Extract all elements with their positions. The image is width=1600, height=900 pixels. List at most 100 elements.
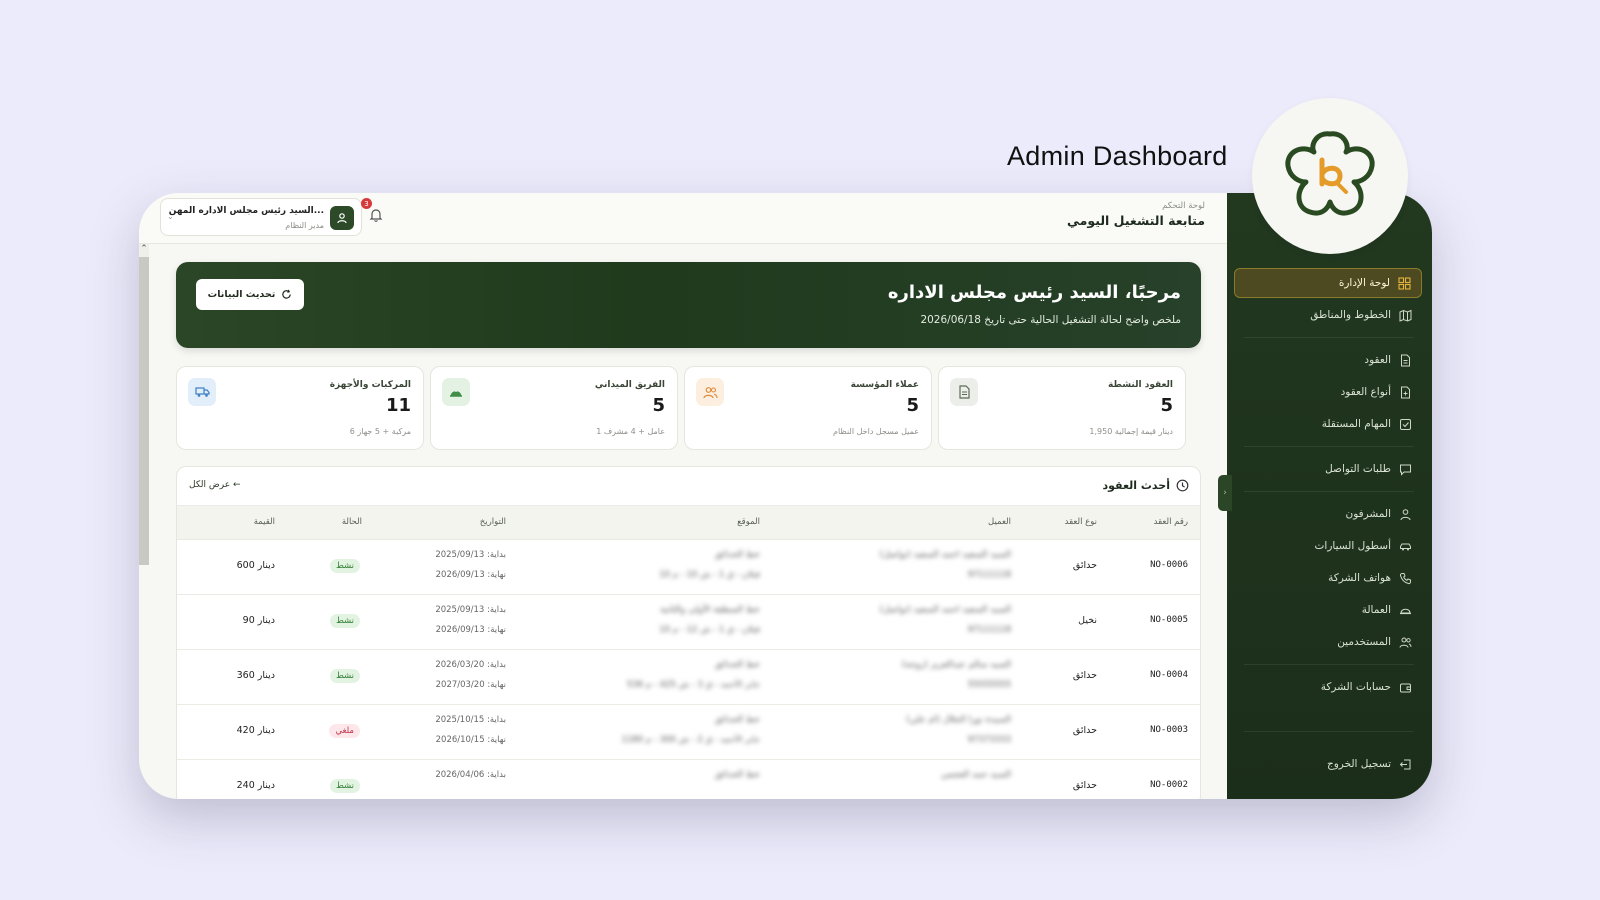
recent-contracts-card: أحدث العقود عرض الكل ← رقم العقد نوع الع… xyxy=(176,466,1201,799)
contract-type: حدائق xyxy=(1072,560,1097,571)
refresh-icon xyxy=(282,289,292,299)
divider xyxy=(1244,491,1414,492)
sidebar: لوحة الإدارة الخطوط والمناطق العقود أنوا… xyxy=(1227,193,1432,799)
table-row[interactable]: NO-0004 حدائق السيد سالم عبدالعزيز (زوجة… xyxy=(177,650,1200,705)
stat-note: عميل مسجل داخل النظام xyxy=(833,427,919,436)
truck-icon xyxy=(188,378,216,406)
table-row[interactable]: NO-0005 نخيل السيد السعيد احمد السعيد (ت… xyxy=(177,595,1200,650)
sidebar-item-label: أسطول السيارات xyxy=(1314,540,1391,552)
view-all-label: عرض الكل xyxy=(189,480,231,490)
stat-clients[interactable]: عملاء المؤسسة 5 عميل مسجل داخل النظام xyxy=(684,366,932,450)
location-line: خط الحدائق xyxy=(714,660,760,670)
sidebar-item-company-phones[interactable]: هواتف الشركة xyxy=(1234,563,1422,593)
col-contract-type: نوع العقد xyxy=(1064,517,1097,527)
map-icon xyxy=(1399,309,1412,322)
wallet-icon xyxy=(1400,683,1411,692)
card-title: أحدث العقود xyxy=(1102,479,1170,492)
client-name: السيد السعيد احمد السعيد (تواصل) xyxy=(879,605,1011,615)
client-phone: 97111118 xyxy=(967,625,1011,635)
document-plus-icon xyxy=(1401,386,1410,398)
helmet-icon xyxy=(1400,608,1411,614)
contract-type: حدائق xyxy=(1072,725,1097,736)
sidebar-item-admin-dashboard[interactable]: لوحة الإدارة xyxy=(1234,268,1422,298)
promo-title: Admin Dashboard xyxy=(1007,141,1228,171)
contract-value: 420 دينار xyxy=(236,725,275,736)
status-badge: نشط xyxy=(329,559,360,573)
client-phone: 97111118 xyxy=(967,570,1011,580)
refresh-data-button[interactable]: تحديث البيانات xyxy=(196,279,304,310)
location-address: جابر الأحمد - ق 3 - ش 425 - م 536 xyxy=(626,680,760,690)
bell-icon[interactable] xyxy=(368,207,384,223)
sidebar-item-labor[interactable]: العمالة xyxy=(1234,595,1422,625)
table-row[interactable]: NO-0002 حدائق السيد حمد العجمي خط الحدائ… xyxy=(177,760,1200,799)
stat-value: 5 xyxy=(1160,395,1173,416)
location-line: خط الحدائق xyxy=(714,550,760,560)
sidebar-item-label: أنواع العقود xyxy=(1340,386,1391,398)
sidebar-item-independent-tasks[interactable]: المهام المستقلة xyxy=(1234,409,1422,439)
sidebar-item-company-accounts[interactable]: حسابات الشركة xyxy=(1234,672,1422,702)
divider xyxy=(1244,446,1414,447)
col-location: الموقع xyxy=(737,517,760,527)
logout-button[interactable]: تسجيل الخروج xyxy=(1234,749,1422,779)
sidebar-collapse-toggle[interactable]: › xyxy=(1218,475,1232,511)
stat-active-contracts[interactable]: العقود النشطة 5 1,950 دينار قيمة إجمالية xyxy=(938,366,1186,450)
stat-note: 6 مركبة + 5 جهاز xyxy=(349,427,411,436)
message-icon xyxy=(1400,464,1411,476)
refresh-label: تحديث البيانات xyxy=(207,289,276,300)
status-badge: نشط xyxy=(329,779,360,793)
table-row[interactable]: NO-0003 حدائق السيدة نورا الجلال (ام علي… xyxy=(177,705,1200,760)
stat-label: العقود النشطة xyxy=(1108,380,1173,390)
start-date: بداية: 2026/03/20 xyxy=(435,660,506,670)
client-phone: 55555555 xyxy=(967,680,1011,690)
location-line: خط الحدائق xyxy=(714,770,760,780)
table-row[interactable]: NO-0006 حدائق السيد السعيد احمد السعيد (… xyxy=(177,540,1200,595)
sidebar-item-contracts[interactable]: العقود xyxy=(1234,345,1422,375)
stat-field-team[interactable]: الفريق الميداني 5 1 عامل + 4 مشرف xyxy=(430,366,678,450)
contract-type: حدائق xyxy=(1072,780,1097,791)
start-date: بداية: 2025/09/13 xyxy=(435,550,506,560)
sidebar-item-label: العقود xyxy=(1364,354,1391,366)
contract-id: NO-0002 xyxy=(1150,780,1188,790)
divider xyxy=(1244,337,1414,338)
topbar: لوحة التحكم متابعة التشغيل اليومي السيد … xyxy=(139,193,1227,244)
sidebar-item-label: العمالة xyxy=(1361,604,1391,616)
logout-icon xyxy=(1399,759,1411,769)
grid-icon xyxy=(1398,276,1411,290)
location-line: خط الحدائق xyxy=(714,715,760,725)
col-status: الحالة xyxy=(341,517,362,527)
contract-id: NO-0006 xyxy=(1150,560,1188,570)
end-date: نهاية: 2027/03/20 xyxy=(435,680,506,690)
col-value: القيمة xyxy=(253,517,275,527)
status-badge: نشط xyxy=(329,669,360,683)
stat-value: 11 xyxy=(385,395,411,416)
scrollbar-thumb[interactable] xyxy=(139,257,149,565)
logout-label: تسجيل الخروج xyxy=(1326,758,1391,770)
sidebar-item-car-fleet[interactable]: أسطول السيارات xyxy=(1234,531,1422,561)
table-header: رقم العقد نوع العقد العميل الموقع التوار… xyxy=(177,506,1200,540)
client-phone: 97373333 xyxy=(967,735,1011,745)
page-title: متابعة التشغيل اليومي xyxy=(1067,213,1205,228)
stat-note: 1 عامل + 4 مشرف xyxy=(596,427,665,436)
brand-logo xyxy=(1252,98,1408,254)
stat-vehicles[interactable]: المركبات والأجهزة 11 6 مركبة + 5 جهاز xyxy=(176,366,424,450)
sidebar-item-contract-types[interactable]: أنواع العقود xyxy=(1234,377,1422,407)
start-date: بداية: 2025/10/15 xyxy=(435,715,506,725)
app-window: لوحة التحكم متابعة التشغيل اليومي السيد … xyxy=(139,193,1432,799)
sidebar-item-users[interactable]: المستخدمين xyxy=(1234,627,1422,657)
brand-logo-icon xyxy=(1285,131,1375,216)
clock-icon xyxy=(1176,479,1189,492)
chevron-down-icon: ⌄ xyxy=(167,212,174,221)
col-dates: التواريخ xyxy=(479,517,506,527)
sidebar-item-contact-requests[interactable]: طلبات التواصل xyxy=(1234,454,1422,484)
contract-id: NO-0003 xyxy=(1150,725,1188,735)
client-name: السيد سالم عبدالعزيز (زوجة) xyxy=(901,660,1011,670)
sidebar-item-lines-zones[interactable]: الخطوط والمناطق xyxy=(1234,300,1422,330)
document-icon xyxy=(950,378,978,406)
user-menu[interactable]: السيد رئيس مجلس الاداره المهن... مدير ال… xyxy=(160,198,362,236)
sidebar-item-supervisors[interactable]: المشرفون xyxy=(1234,499,1422,529)
car-icon xyxy=(1400,543,1411,550)
view-all-link[interactable]: عرض الكل ← xyxy=(189,480,241,490)
sidebar-item-label: المشرفون xyxy=(1345,508,1391,520)
chevron-up-icon[interactable]: ⌃ xyxy=(139,244,149,254)
welcome-banner: مرحبًا، السيد رئيس مجلس الاداره ملخص واض… xyxy=(176,262,1201,348)
